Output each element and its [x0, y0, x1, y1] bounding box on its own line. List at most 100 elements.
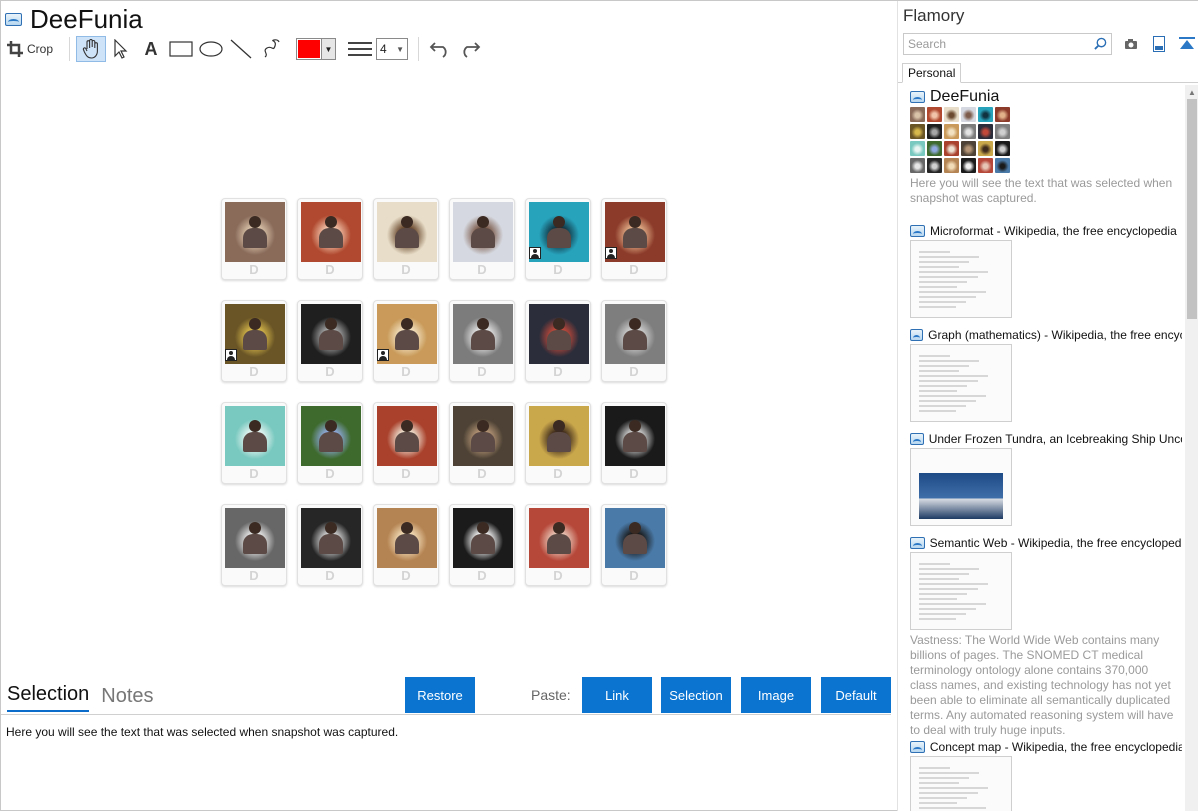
- restore-button[interactable]: Restore: [405, 677, 475, 713]
- thumbnail-image: [377, 202, 437, 262]
- thumbnail-image: [377, 406, 437, 466]
- thumbnail-tile[interactable]: D: [449, 300, 515, 382]
- thumbnail-tile[interactable]: D: [373, 402, 439, 484]
- person-badge-icon: [529, 247, 541, 259]
- thumbnail-tile[interactable]: D: [449, 198, 515, 280]
- tab-personal[interactable]: Personal: [902, 63, 962, 83]
- watermark-label: D: [249, 466, 259, 481]
- thumbnail-tile[interactable]: D: [525, 504, 591, 586]
- thumbnail-tile[interactable]: D: [601, 402, 667, 484]
- thumbnail-image: [605, 304, 665, 364]
- watermark-label: D: [477, 262, 487, 277]
- paste-link-button[interactable]: Link: [582, 677, 652, 713]
- history-entry[interactable]: Graph (mathematics) - Wikipedia, the fre…: [910, 327, 1182, 422]
- snapshot-app-icon: [910, 91, 925, 103]
- history-scrollbar[interactable]: ▲: [1185, 85, 1198, 811]
- search-icon[interactable]: [1094, 37, 1107, 50]
- paste-image-button[interactable]: Image: [741, 677, 811, 713]
- chevron-down-icon: ▼: [396, 44, 405, 54]
- thumbnail-tile[interactable]: D: [525, 300, 591, 382]
- thumbnail-tile[interactable]: D: [221, 504, 287, 586]
- ellipse-icon: [199, 41, 223, 57]
- thumbnail-tile[interactable]: D: [221, 300, 287, 382]
- flamory-title: Flamory: [903, 6, 965, 25]
- history-thumbnail: [910, 448, 1012, 526]
- scrollbar-thumb[interactable]: [1187, 99, 1197, 319]
- snapshot-app-icon: [910, 433, 924, 445]
- watermark-label: D: [553, 262, 563, 277]
- thumbnail-tile[interactable]: D: [449, 402, 515, 484]
- camera-icon: [1125, 39, 1137, 49]
- line-tool-button[interactable]: [226, 36, 256, 62]
- paste-default-button[interactable]: Default: [821, 677, 891, 713]
- history-entry-title: DeeFunia: [930, 88, 1000, 105]
- thumbnail-image: [453, 508, 513, 568]
- color-swatch: [298, 40, 321, 58]
- history-entry[interactable]: Under Frozen Tundra, an Icebreaking Ship…: [910, 431, 1182, 526]
- watermark-label: D: [325, 466, 335, 481]
- thumbnail-image: [453, 202, 513, 262]
- redo-button[interactable]: [455, 36, 485, 62]
- selection-text[interactable]: Here you will see the text that was sele…: [6, 725, 398, 739]
- paste-selection-button[interactable]: Selection: [661, 677, 731, 713]
- thumbnail-tile[interactable]: D: [297, 198, 363, 280]
- snapshot-button[interactable]: [1122, 35, 1140, 53]
- snapshot-app-icon: [910, 537, 925, 549]
- thumbnail-tile[interactable]: D: [373, 504, 439, 586]
- ellipse-tool-button[interactable]: [196, 36, 226, 62]
- watermark-label: D: [325, 262, 335, 277]
- toolbar-divider: [69, 37, 71, 61]
- pointer-tool-button[interactable]: [106, 36, 136, 62]
- thumbnail-tile[interactable]: D: [525, 198, 591, 280]
- text-tool-button[interactable]: A: [136, 36, 166, 62]
- thumbnail-tile[interactable]: D: [221, 402, 287, 484]
- search-input[interactable]: Search: [903, 33, 1112, 55]
- person-badge-icon: [377, 349, 389, 361]
- line-width-select[interactable]: 4 ▼: [376, 38, 409, 60]
- thumbnail-image: [225, 508, 285, 568]
- thumbnail-tile[interactable]: D: [297, 300, 363, 382]
- thumbnail-tile[interactable]: D: [525, 402, 591, 484]
- thumbnail-tile[interactable]: D: [221, 198, 287, 280]
- line-width-value: 4: [380, 42, 387, 56]
- crop-button[interactable]: Crop: [7, 36, 63, 62]
- history-entry[interactable]: Concept map - Wikipedia, the free encycl…: [910, 739, 1182, 811]
- history-entry-title: Semantic Web - Wikipedia, the free encyc…: [929, 536, 1182, 550]
- history-thumbnail: [910, 240, 1012, 318]
- line-icon: [230, 39, 252, 59]
- pin-button[interactable]: [1178, 35, 1196, 53]
- snapshot-app-icon: [910, 741, 925, 753]
- history-entry-header: DeeFunia: [910, 88, 1182, 105]
- app-icon: [5, 12, 22, 26]
- thumbnail-image: [453, 406, 513, 466]
- rectangle-tool-button[interactable]: [166, 36, 196, 62]
- thumbnail-tile[interactable]: D: [297, 504, 363, 586]
- thumbnail-tile[interactable]: D: [601, 300, 667, 382]
- freehand-tool-button[interactable]: [256, 36, 286, 62]
- hand-tool-button[interactable]: [76, 36, 107, 62]
- history-entry[interactable]: DeeFunia Here you will see the text that …: [910, 88, 1182, 206]
- thumbnail-image: [301, 508, 361, 568]
- history-entry[interactable]: Semantic Web - Wikipedia, the free encyc…: [910, 535, 1182, 738]
- watermark-label: D: [553, 568, 563, 583]
- thumbnail-tile[interactable]: D: [601, 198, 667, 280]
- thumbnail-image: [301, 202, 361, 262]
- undo-button[interactable]: [425, 36, 455, 62]
- history-entry[interactable]: Microformat - Wikipedia, the free encycl…: [910, 223, 1182, 318]
- watermark-label: D: [553, 364, 563, 379]
- paste-toolbar: Restore Paste: Link Selection Image Defa…: [1, 677, 891, 713]
- history-thumbnail: [910, 107, 1182, 173]
- thumbnail-tile[interactable]: D: [601, 504, 667, 586]
- thumbnail-tile[interactable]: D: [449, 504, 515, 586]
- thumbnail-image: [605, 508, 665, 568]
- pointer-icon: [114, 39, 128, 59]
- watermark-label: D: [249, 262, 259, 277]
- thumbnail-tile[interactable]: D: [373, 198, 439, 280]
- redo-icon: [463, 42, 481, 58]
- page-button[interactable]: [1150, 35, 1168, 53]
- history-entry-title: Graph (mathematics) - Wikipedia, the fre…: [928, 328, 1182, 342]
- scroll-up-icon[interactable]: ▲: [1188, 88, 1196, 97]
- thumbnail-tile[interactable]: D: [297, 402, 363, 484]
- thumbnail-tile[interactable]: D: [373, 300, 439, 382]
- color-picker[interactable]: ▼: [296, 38, 337, 60]
